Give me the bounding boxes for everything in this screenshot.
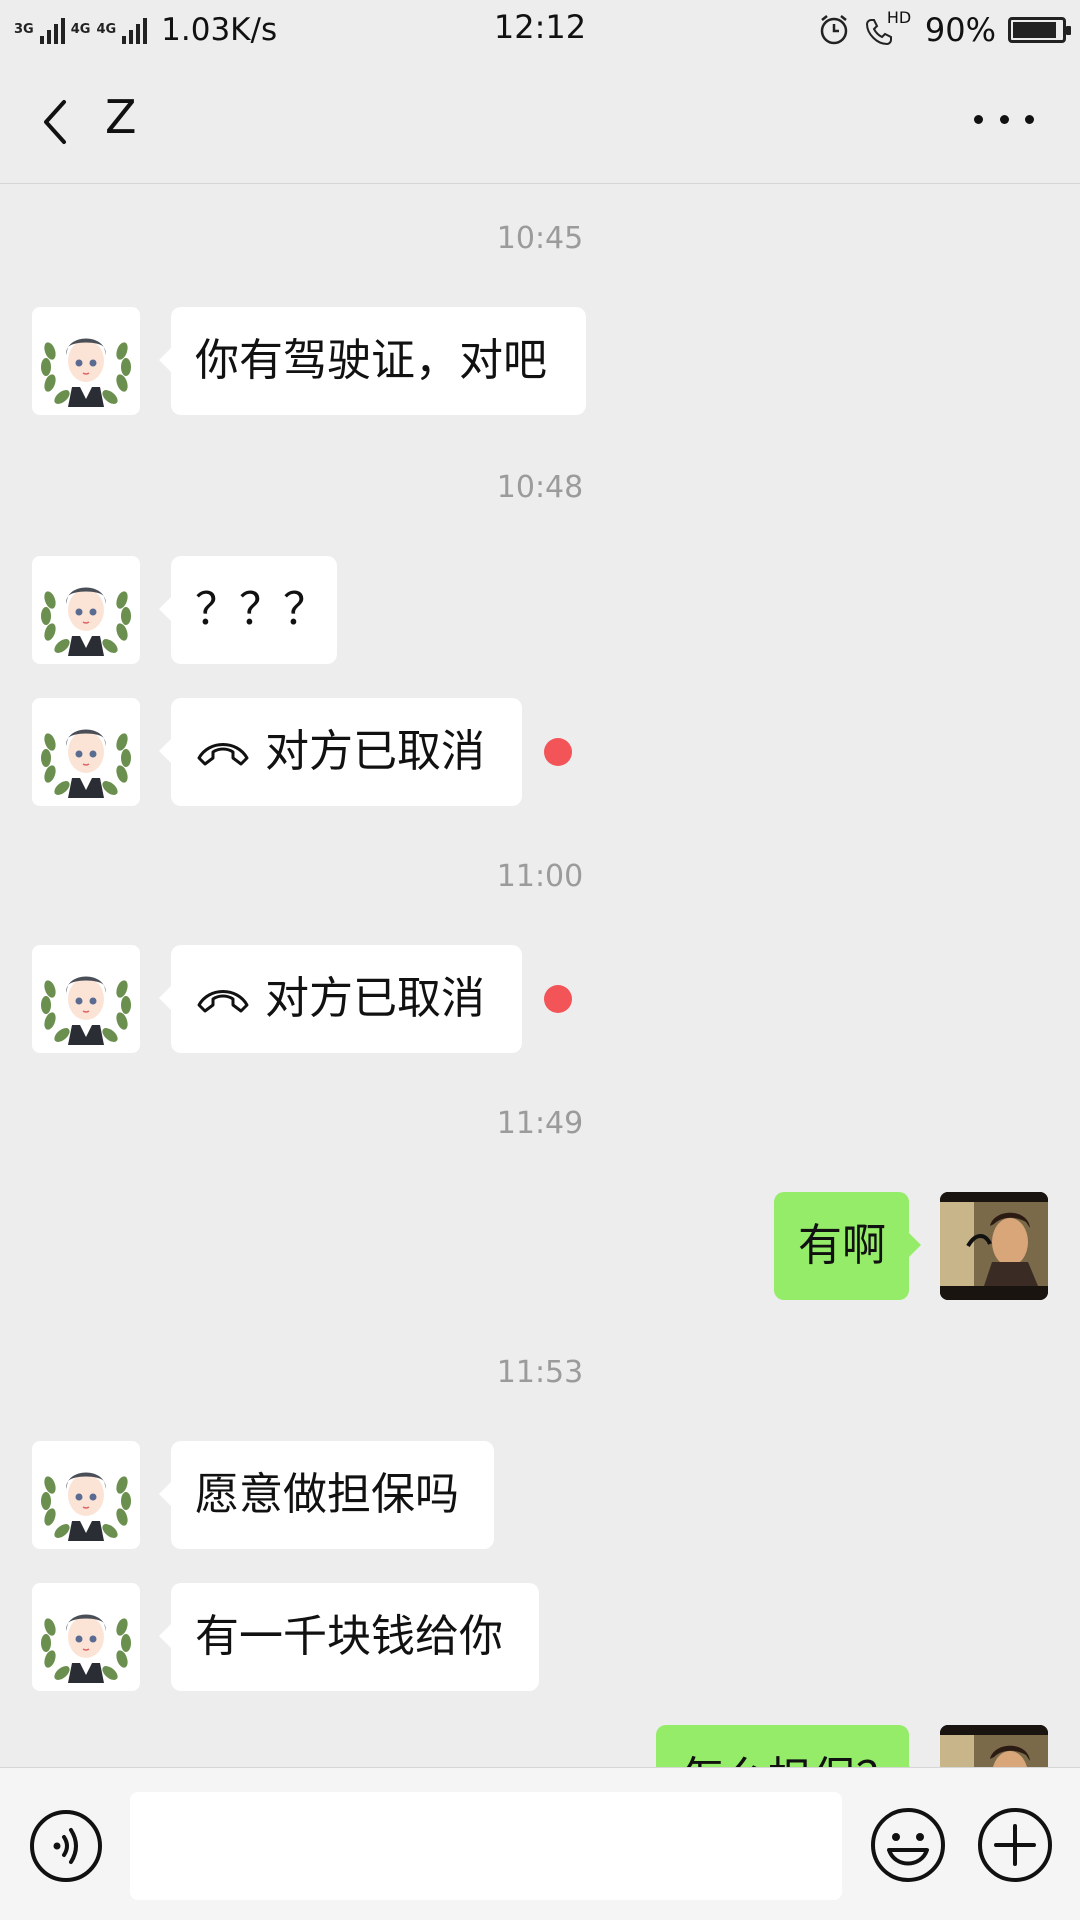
friend-avatar-icon xyxy=(41,729,131,798)
friend-avatar[interactable] xyxy=(32,556,140,664)
friend-avatar[interactable] xyxy=(32,945,140,1053)
battery-fill xyxy=(1013,22,1056,38)
status-bar: 3G 4G 4G 1.03K/s 12:12 HD 90% xyxy=(0,0,1080,58)
friend-avatar-icon xyxy=(41,587,131,656)
friend-avatar[interactable] xyxy=(32,1583,140,1691)
message-bubble[interactable]: 愿意做担保吗 xyxy=(159,1441,494,1549)
unread-dot xyxy=(544,985,572,1013)
battery-percent: 90% xyxy=(924,11,996,49)
voice-icon[interactable] xyxy=(28,1808,104,1884)
my-avatar-photo-icon xyxy=(940,1192,1048,1300)
unread-dot xyxy=(544,738,572,766)
status-right: HD 90% xyxy=(817,8,1071,52)
friend-avatar[interactable] xyxy=(32,307,140,415)
my-message-bubble[interactable]: 怎么担保？ xyxy=(656,1725,921,1767)
friend-avatar[interactable] xyxy=(32,1441,140,1549)
my-avatar-photo-icon xyxy=(940,1725,1048,1767)
hd-label: HD xyxy=(886,8,912,27)
call-status-text: 对方已取消 xyxy=(265,973,485,1024)
friend-avatar-icon xyxy=(41,976,131,1045)
friend-avatar[interactable] xyxy=(32,698,140,806)
chat-message-list[interactable]: 10:45 你有驾驶证，对吧 10:48 ？？？ 对方已取消 11:00 对方已… xyxy=(0,185,1080,1767)
call-cancel-icon xyxy=(197,990,249,1013)
friend-avatar-icon xyxy=(41,1472,131,1541)
call-cancelled-bubble[interactable]: 对方已取消 xyxy=(159,945,522,1053)
plus-icon[interactable] xyxy=(976,1806,1054,1884)
friend-avatar-icon xyxy=(41,1614,131,1683)
timestamp: 10:48 xyxy=(496,470,584,505)
alarm-icon xyxy=(820,15,848,45)
message-text-input[interactable] xyxy=(130,1792,842,1900)
hd-call-icon: HD xyxy=(863,8,913,48)
back-chevron-icon[interactable] xyxy=(34,94,84,150)
friend-avatar-icon xyxy=(41,338,131,407)
chat-header: Z xyxy=(0,58,1080,184)
message-bubble[interactable]: ？？？ xyxy=(159,556,337,664)
call-status-text: 对方已取消 xyxy=(265,726,485,777)
my-avatar[interactable] xyxy=(940,1725,1048,1767)
message-bubble[interactable]: 你有驾驶证，对吧 xyxy=(159,307,586,415)
call-cancel-icon xyxy=(197,743,249,766)
my-avatar[interactable] xyxy=(940,1192,1048,1300)
my-message-bubble[interactable]: 有啊 xyxy=(774,1192,921,1300)
call-cancelled-bubble[interactable]: 对方已取消 xyxy=(159,698,522,806)
emoji-icon[interactable] xyxy=(869,1806,947,1884)
timestamp: 11:49 xyxy=(496,1106,584,1141)
timestamp: 11:00 xyxy=(496,859,584,894)
message-input-bar xyxy=(0,1767,1080,1920)
more-dots-icon[interactable] xyxy=(974,106,1034,132)
message-bubble[interactable]: 有一千块钱给你 xyxy=(159,1583,539,1691)
chat-title: Z xyxy=(105,90,137,144)
battery-icon xyxy=(1008,17,1071,43)
timestamp: 10:45 xyxy=(496,221,584,256)
timestamp: 11:53 xyxy=(496,1355,584,1390)
